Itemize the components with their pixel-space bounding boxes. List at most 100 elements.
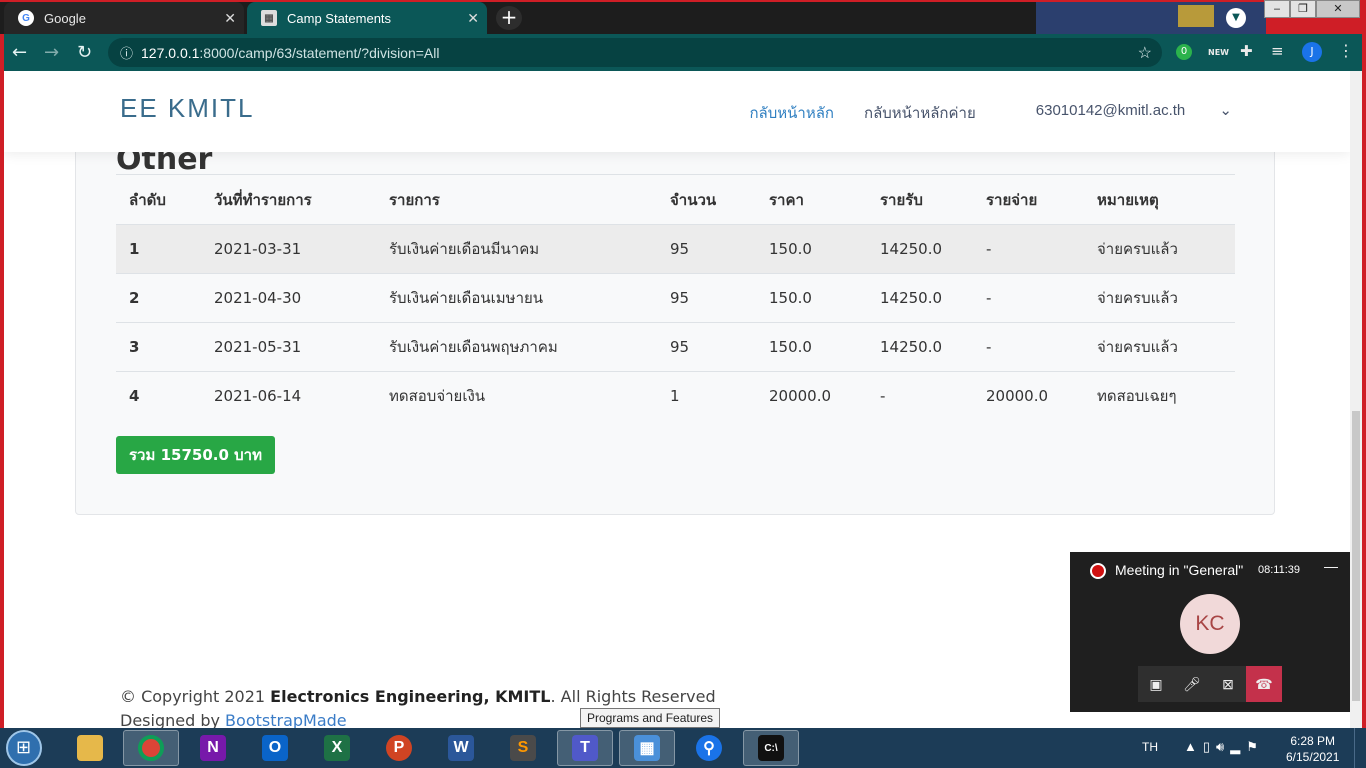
forward-arrow-icon[interactable]: →: [44, 42, 59, 63]
tab-camp-statements[interactable]: ▦ Camp Statements ✕: [247, 2, 487, 34]
share-screen-icon[interactable]: ⊠: [1210, 666, 1246, 702]
address-bar[interactable]: ⓘ 127.0.0.1 :8000/camp/63/statement/?div…: [108, 38, 1162, 67]
show-desktop-button[interactable]: [1354, 728, 1366, 768]
cell-date: 2021-06-14: [214, 387, 302, 406]
participant-avatar: KC: [1180, 594, 1240, 654]
statement-table: ลำดับ วันที่ทำรายการ รายการ จำนวน ราคา ร…: [116, 174, 1235, 421]
taskbar-tooltip: Programs and Features: [580, 708, 721, 728]
restore-window-button[interactable]: ❐: [1290, 0, 1316, 18]
reload-icon[interactable]: ↻: [77, 42, 92, 63]
designer-link[interactable]: BootstrapMade: [225, 711, 347, 728]
cell-item: รับเงินค่ายเดือนเมษายน: [376, 273, 657, 323]
tab-google[interactable]: G Google ✕: [4, 2, 244, 34]
close-tab-icon[interactable]: ✕: [224, 10, 236, 27]
total-amount-button[interactable]: รวม 15750.0 บาท: [116, 436, 275, 474]
close-tab-icon[interactable]: ✕: [467, 10, 479, 27]
cell-income: 14250.0: [867, 273, 973, 323]
window-controls: ‒ ❐ ✕: [1264, 0, 1360, 18]
page-favicon-icon: ▦: [261, 10, 277, 26]
cell-expense: -: [973, 224, 1084, 274]
cell-date: 2021-04-30: [201, 273, 376, 323]
cell-quantity: 95: [657, 322, 756, 372]
maps-icon[interactable]: ⚲: [681, 730, 737, 766]
browser-toolbar: ← → ↻ ⓘ 127.0.0.1 :8000/camp/63/statemen…: [0, 34, 1366, 71]
chrome-menu-icon[interactable]: ⋮: [1338, 41, 1354, 60]
microphone-icon[interactable]: 🎤︎: [1174, 666, 1210, 702]
cell-income: 14250.0: [867, 322, 973, 372]
teams-meeting-window[interactable]: Meeting in "General" 08:11:39 — KC ▣ 🎤︎ …: [1070, 552, 1350, 712]
cell-income: -: [880, 387, 886, 406]
excel-icon[interactable]: X: [309, 730, 365, 766]
device-icon[interactable]: ▯: [1203, 739, 1216, 754]
cell-note: จ่ายครบแล้ว: [1084, 224, 1235, 274]
scrollbar-thumb[interactable]: [1352, 411, 1360, 701]
clock-time: 6:28 PM: [1290, 734, 1336, 748]
chevron-down-icon: ⌄: [1219, 102, 1232, 119]
user-menu-dropdown[interactable]: 63010142@kmitl.ac.th ⌄: [1006, 101, 1232, 125]
nav-camp-home-link[interactable]: กลับหน้าหลักค่าย: [864, 101, 976, 125]
control-panel-icon[interactable]: ▦: [619, 730, 675, 766]
site-logo[interactable]: EE KMITL: [120, 93, 254, 124]
col-header-price: ราคา: [756, 174, 867, 225]
shield-extension-icon[interactable]: 0: [1176, 44, 1192, 60]
recording-icon: [1090, 563, 1106, 579]
back-arrow-icon[interactable]: ←: [12, 42, 27, 63]
start-button[interactable]: [6, 730, 42, 766]
taskbar-clock[interactable]: 6:28 PM 6/15/2021: [1286, 733, 1339, 765]
table-row: 1 2021-03-31 รับเงินค่ายเดือนมีนาคม 95 1…: [116, 224, 1235, 274]
outlook-icon[interactable]: O: [247, 730, 303, 766]
cell-order: 3: [116, 322, 201, 372]
statement-card: Other ลำดับ วันที่ทำรายการ รายการ จำนวน …: [75, 123, 1275, 515]
bookmark-star-icon[interactable]: ☆: [1138, 43, 1152, 63]
hang-up-icon[interactable]: ☎: [1246, 666, 1282, 702]
col-header-order: ลำดับ: [116, 174, 201, 225]
profile-avatar[interactable]: J: [1302, 42, 1322, 62]
tab-title: Google: [44, 10, 86, 26]
tray-icons[interactable]: ▲▯🔊︎▂⚑: [1184, 739, 1264, 755]
tab-title: Camp Statements: [287, 10, 392, 26]
table-row: 2 2021-04-30 รับเงินค่ายเดือนเมษายน 95 1…: [116, 273, 1235, 323]
language-indicator[interactable]: TH: [1142, 740, 1158, 754]
site-info-icon[interactable]: ⓘ: [120, 43, 133, 62]
onenote-icon[interactable]: N: [185, 730, 241, 766]
cell-date: 2021-05-31: [201, 322, 376, 372]
powerpoint-icon[interactable]: P: [371, 730, 427, 766]
nav-home-link[interactable]: กลับหน้าหลัก: [749, 101, 834, 125]
media-control-icon[interactable]: ≡: [1271, 42, 1284, 60]
copyright-prefix: © Copyright 2021: [120, 687, 271, 706]
cell-price: 150.0: [756, 322, 867, 372]
new-extension-icon[interactable]: NEW: [1208, 48, 1229, 57]
sublime-text-icon[interactable]: S: [495, 730, 551, 766]
cell-quantity: 95: [657, 273, 756, 323]
extensions-puzzle-icon[interactable]: ✚: [1240, 42, 1253, 60]
show-hidden-icons-icon[interactable]: ▲: [1184, 739, 1203, 754]
chrome-icon[interactable]: [123, 730, 179, 766]
teams-icon[interactable]: T: [557, 730, 613, 766]
page-scrollbar[interactable]: [1350, 71, 1362, 728]
system-tray: TH ▲▯🔊︎▂⚑ 6:28 PM 6/15/2021: [1126, 728, 1366, 768]
close-window-button[interactable]: ✕: [1316, 0, 1360, 18]
chrome-download-icon[interactable]: ▼: [1226, 8, 1246, 28]
table-row: 3 2021-05-31 รับเงินค่ายเดือนพฤษภาคม 95 …: [116, 322, 1235, 372]
windows-taskbar: N O X P W S T ▦ ⚲ C:\ TH ▲▯🔊︎▂⚑ 6:28 PM …: [0, 728, 1366, 768]
meeting-title: Meeting in "General": [1115, 562, 1244, 578]
action-center-flag-icon[interactable]: ⚑: [1246, 739, 1264, 754]
url-path: :8000/camp/63/statement/?division=All: [199, 44, 440, 61]
volume-icon[interactable]: 🔊︎: [1216, 739, 1230, 754]
new-tab-button[interactable]: +: [496, 6, 522, 30]
word-icon[interactable]: W: [433, 730, 489, 766]
user-email: 63010142@kmitl.ac.th: [1035, 102, 1186, 119]
command-prompt-icon[interactable]: C:\: [743, 730, 799, 766]
site-nav: กลับหน้าหลัก กลับหน้าหลักค่าย 63010142@k…: [719, 101, 1232, 125]
minimize-icon[interactable]: —: [1324, 558, 1338, 574]
cell-expense: -: [973, 273, 1084, 323]
cell-note: ทดสอบเฉยๆ: [1097, 387, 1177, 406]
site-header: EE KMITL กลับหน้าหลัก กลับหน้าหลักค่าย 6…: [4, 71, 1350, 152]
meeting-controls: ▣ 🎤︎ ⊠ ☎: [1138, 666, 1282, 702]
file-explorer-icon[interactable]: [62, 730, 118, 766]
network-icon[interactable]: ▂: [1230, 739, 1246, 754]
minimize-window-button[interactable]: ‒: [1264, 0, 1290, 18]
cell-item: รับเงินค่ายเดือนพฤษภาคม: [376, 322, 657, 372]
table-row: 4 2021-06-14 ทดสอบจ่ายเงิน 1 20000.0 - 2…: [116, 372, 1235, 421]
camera-off-icon[interactable]: ▣: [1138, 666, 1174, 702]
